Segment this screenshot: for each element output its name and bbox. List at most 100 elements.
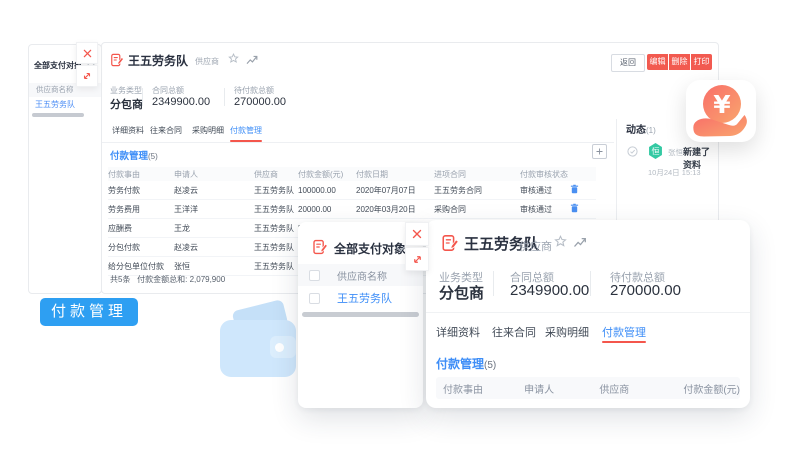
edit-button[interactable]: 编辑	[647, 54, 668, 70]
cell-applicant: 王龙	[174, 219, 254, 238]
supplier-type-label: 供应商	[519, 238, 552, 254]
trend-icon[interactable]	[246, 55, 258, 65]
table-header-row: 付款事由 申请人 供应商 付款金额(元) 付款日期 进项合同 付款审核状态	[108, 167, 596, 181]
add-payment-button[interactable]	[592, 144, 607, 159]
summary-value: 分包商	[439, 282, 484, 303]
summary-value: 分包商	[110, 96, 143, 112]
panel-window-controls	[76, 42, 98, 87]
cell-reason[interactable]: 劳务付款	[108, 181, 174, 200]
cell-applicant: 王洋洋	[174, 200, 254, 219]
row-checkbox[interactable]	[309, 293, 320, 304]
tab-payment-active[interactable]: 付款管理	[602, 324, 646, 340]
cell-supplier[interactable]: 王五劳务队	[254, 219, 298, 238]
tab-contracts[interactable]: 往来合同	[492, 324, 536, 340]
column-header: 付款金额(元)	[298, 167, 356, 181]
supplier-row: 王五劳务队	[298, 286, 423, 310]
close-button[interactable]	[76, 42, 98, 64]
column-header: 供应商	[254, 167, 298, 181]
trash-icon[interactable]	[570, 184, 579, 194]
footer-sum: 付款金额总和: 2,079,900	[137, 275, 225, 284]
activity-user: 张恒	[668, 147, 683, 158]
tab-payment-active[interactable]: 付款管理	[230, 125, 262, 136]
summary-divider	[493, 271, 494, 296]
check-circle-icon	[627, 146, 638, 157]
cell-status: 审核通过	[520, 181, 570, 200]
payment-management-tag: 付款管理	[40, 298, 138, 326]
activity-title: 动态(1)	[626, 121, 656, 136]
summary-divider	[590, 271, 591, 296]
trash-icon[interactable]	[570, 203, 579, 213]
canvas: 全部支付对象 供应商名称 王五劳务队 王五劳务队 供应商 返回 编辑 删除 打印…	[0, 0, 792, 459]
cell-contract[interactable]: 王五劳务合同	[434, 181, 520, 200]
column-header: 申请人	[174, 167, 254, 181]
tab-details[interactable]: 详细资料	[112, 125, 144, 136]
summary-divider	[224, 88, 225, 106]
supplier-row[interactable]: 王五劳务队	[29, 97, 101, 112]
close-button[interactable]	[405, 222, 429, 246]
table-row: 劳务费用 王洋洋 王五劳务队 20000.00 2020年03月20日 采购合同…	[108, 200, 596, 219]
activity-time: 10月24日 15:13	[648, 167, 701, 178]
cell-status: 审核通过	[520, 200, 570, 219]
select-all-checkbox[interactable]	[309, 270, 320, 281]
cell-supplier[interactable]: 王五劳务队	[254, 200, 298, 219]
summary-value: 2349900.00	[152, 96, 210, 108]
expand-button[interactable]	[76, 65, 98, 87]
column-header: 供应商	[592, 381, 676, 396]
supplier-detail-card-foreground: 王五劳务队 供应商 业务类型 分包商 合同总额 2349900.00 待付款总额…	[426, 220, 750, 408]
tab-contracts[interactable]: 往来合同	[150, 125, 182, 136]
tab-purchase[interactable]: 采购明细	[545, 324, 589, 340]
supplier-link[interactable]: 王五劳务队	[337, 290, 392, 306]
star-icon[interactable]	[228, 53, 239, 64]
horizontal-scrollbar[interactable]	[32, 113, 84, 117]
column-header: 付款金额(元)	[676, 381, 740, 396]
print-button[interactable]: 打印	[691, 54, 712, 70]
footer-count: 共5条	[110, 275, 130, 284]
close-icon	[83, 49, 92, 58]
horizontal-scrollbar[interactable]	[302, 312, 419, 317]
delete-button[interactable]: 删除	[669, 54, 690, 70]
summary-label: 待付款总额	[234, 85, 274, 96]
star-icon[interactable]	[554, 235, 567, 248]
cell-date: 2020年07月07日	[356, 181, 434, 200]
summary-value: 270000.00	[610, 282, 681, 299]
column-header: 付款事由	[436, 381, 517, 396]
cell-reason[interactable]: 劳务费用	[108, 200, 174, 219]
action-button-group: 编辑 删除 打印	[647, 54, 712, 70]
table-header-row: 付款事由 申请人 供应商 付款金额(元)	[436, 377, 740, 399]
active-tab-underline	[602, 341, 646, 343]
summary-value: 2349900.00	[510, 282, 589, 299]
clipboard-edit-icon	[312, 239, 328, 255]
section-count: (5)	[484, 360, 496, 371]
summary-label: 合同总额	[152, 85, 184, 96]
section-title: 付款管理(5)	[436, 355, 496, 372]
trend-icon[interactable]	[573, 237, 587, 248]
supplier-column-header: 供应商名称	[337, 268, 387, 283]
cell-reason[interactable]: 给分包单位付款	[108, 257, 174, 276]
table-footer: 共5条 付款金额总和: 2,079,900	[110, 274, 225, 285]
cell-supplier[interactable]: 王五劳务队	[254, 238, 298, 257]
cell-reason[interactable]: 应酬费	[108, 219, 174, 238]
column-header: 进项合同	[434, 167, 520, 181]
column-header: 付款事由	[108, 167, 174, 181]
tab-bar: 详细资料 往来合同 采购明细 付款管理	[102, 123, 614, 143]
chevron-down-icon[interactable]	[396, 246, 405, 252]
supplier-type-label: 供应商	[195, 56, 219, 67]
close-icon	[412, 229, 422, 239]
summary-label: 业务类型	[110, 85, 142, 96]
expand-button[interactable]	[405, 247, 429, 271]
back-button[interactable]: 返回	[611, 54, 645, 72]
cell-contract[interactable]: 采购合同	[434, 200, 520, 219]
tab-purchase[interactable]: 采购明细	[192, 125, 224, 136]
cell-supplier[interactable]: 王五劳务队	[254, 181, 298, 200]
payment-app-icon-card: ¥	[686, 80, 756, 142]
yuan-symbol: ¥	[713, 90, 731, 119]
expand-icon	[412, 254, 423, 265]
avatar: 恒	[648, 143, 663, 159]
tab-details[interactable]: 详细资料	[436, 324, 480, 340]
cell-reason[interactable]: 分包付款	[108, 238, 174, 257]
cell-applicant: 赵凌云	[174, 181, 254, 200]
column-header: 付款日期	[356, 167, 434, 181]
cell-applicant: 赵凌云	[174, 238, 254, 257]
plus-icon	[595, 147, 604, 156]
cell-supplier[interactable]: 王五劳务队	[254, 257, 298, 276]
